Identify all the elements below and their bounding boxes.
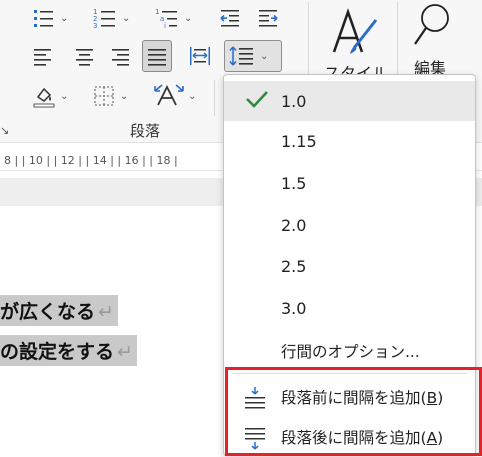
document-line[interactable]: が広くなる ↵ bbox=[0, 294, 118, 326]
bullets-icon bbox=[34, 10, 53, 27]
add-space-before-item[interactable]: 段落前に間隔を追加(B) bbox=[224, 377, 475, 417]
edit-button[interactable]: 編集 bbox=[405, 2, 465, 80]
decrease-indent-button[interactable] bbox=[214, 4, 246, 32]
chevron-down-icon: ⌄ bbox=[260, 50, 269, 62]
asian-layout-icon bbox=[154, 84, 184, 106]
increase-indent-icon bbox=[259, 10, 278, 27]
justify-icon bbox=[148, 49, 166, 66]
asian-layout-button[interactable]: ⌄ bbox=[150, 82, 200, 110]
selected-text: が広くなる ↵ bbox=[0, 294, 118, 326]
line-spacing-option-3-0[interactable]: 3.0 bbox=[224, 288, 475, 328]
chevron-down-icon: ⌄ bbox=[188, 90, 197, 102]
align-left-icon bbox=[34, 49, 51, 66]
search-icon bbox=[414, 4, 449, 45]
access-key: A bbox=[426, 429, 438, 447]
numbering-button[interactable]: 1 2 3 ⌄ bbox=[88, 4, 134, 32]
borders-button[interactable]: ⌄ bbox=[88, 82, 132, 110]
paragraph-mark-icon: ↵ bbox=[117, 340, 133, 363]
chevron-down-icon: ⌄ bbox=[184, 12, 193, 24]
line-spacing-option-1-5[interactable]: 1.5 bbox=[224, 163, 475, 203]
option-label: 2.0 bbox=[281, 215, 307, 235]
option-label: 2.5 bbox=[281, 256, 307, 276]
svg-text:3: 3 bbox=[93, 22, 97, 29]
paragraph-group-label: 段落 bbox=[130, 122, 161, 140]
line-spacing-menu: 1.0 1.15 1.5 2.0 2.5 3.0 行間のオプション... 段落前… bbox=[223, 74, 476, 456]
paragraph-mark-icon: ↵ bbox=[98, 300, 114, 323]
add-space-after-label: 段落後に間隔を追加(A) bbox=[281, 426, 443, 448]
line-spacing-option-2-0[interactable]: 2.0 bbox=[224, 205, 475, 245]
numbering-icon: 1 2 3 bbox=[93, 8, 115, 29]
add-space-before-label: 段落前に間隔を追加(B) bbox=[281, 386, 443, 408]
check-icon bbox=[246, 91, 268, 108]
align-left-button[interactable] bbox=[28, 42, 58, 70]
align-right-button[interactable] bbox=[106, 42, 136, 70]
line-spacing-button[interactable]: ⌄ bbox=[224, 40, 282, 72]
add-space-after-item[interactable]: 段落後に間隔を追加(A) bbox=[224, 417, 475, 457]
bullets-button[interactable]: ⌄ bbox=[28, 4, 72, 32]
space-before-icon bbox=[245, 387, 265, 409]
chevron-down-icon: ⌄ bbox=[60, 90, 69, 102]
multilevel-list-button[interactable]: 1 a i ⌄ bbox=[150, 4, 196, 32]
row-separator bbox=[214, 80, 215, 116]
line-spacing-options-item[interactable]: 行間のオプション... bbox=[224, 331, 475, 371]
line-spacing-option-2-5[interactable]: 2.5 bbox=[224, 246, 475, 286]
align-right-icon bbox=[112, 49, 129, 66]
svg-text:1: 1 bbox=[155, 8, 159, 16]
chevron-down-icon: ⌄ bbox=[120, 90, 129, 102]
chevron-down-icon: ⌄ bbox=[60, 12, 69, 24]
label-paren: ) bbox=[437, 389, 444, 407]
multilevel-list-icon: 1 a i bbox=[155, 8, 177, 29]
line-spacing-option-1-15[interactable]: 1.15 bbox=[224, 121, 475, 161]
option-label: 行間のオプション... bbox=[281, 343, 420, 361]
selected-text: の設定をする ↵ bbox=[0, 334, 137, 366]
distributed-button[interactable] bbox=[184, 42, 216, 70]
access-key: B bbox=[426, 389, 438, 407]
distributed-icon bbox=[190, 47, 210, 65]
borders-icon bbox=[94, 86, 114, 106]
line-spacing-icon bbox=[229, 46, 253, 66]
svg-text:i: i bbox=[164, 22, 166, 29]
font-dialog-launcher-icon[interactable]: ↘ bbox=[0, 124, 9, 137]
styles-icon bbox=[332, 8, 378, 54]
line-text: が広くなる bbox=[0, 300, 96, 323]
document-line[interactable]: の設定をする ↵ bbox=[0, 334, 137, 366]
space-after-icon bbox=[245, 428, 265, 450]
option-label: 1.5 bbox=[281, 173, 307, 193]
line-spacing-option-1-0[interactable]: 1.0 bbox=[224, 81, 475, 121]
line-text: の設定をする bbox=[0, 340, 115, 363]
align-center-icon bbox=[76, 49, 93, 66]
chevron-down-icon: ⌄ bbox=[122, 12, 131, 24]
increase-indent-button[interactable] bbox=[252, 4, 284, 32]
menu-separator bbox=[232, 373, 467, 374]
justify-button[interactable] bbox=[142, 40, 172, 72]
decrease-indent-icon bbox=[220, 10, 239, 27]
shading-button[interactable]: ⌄ bbox=[28, 82, 72, 110]
shading-icon bbox=[33, 87, 55, 108]
option-label: 1.15 bbox=[281, 131, 317, 151]
label-text: 段落後に間隔を追加( bbox=[281, 429, 427, 447]
align-center-button[interactable] bbox=[70, 42, 100, 70]
label-text: 段落前に間隔を追加( bbox=[281, 389, 427, 407]
option-label: 3.0 bbox=[281, 298, 307, 318]
option-label: 1.0 bbox=[281, 91, 307, 111]
label-paren: ) bbox=[437, 429, 444, 447]
styles-button[interactable]: スタイル bbox=[318, 4, 390, 83]
